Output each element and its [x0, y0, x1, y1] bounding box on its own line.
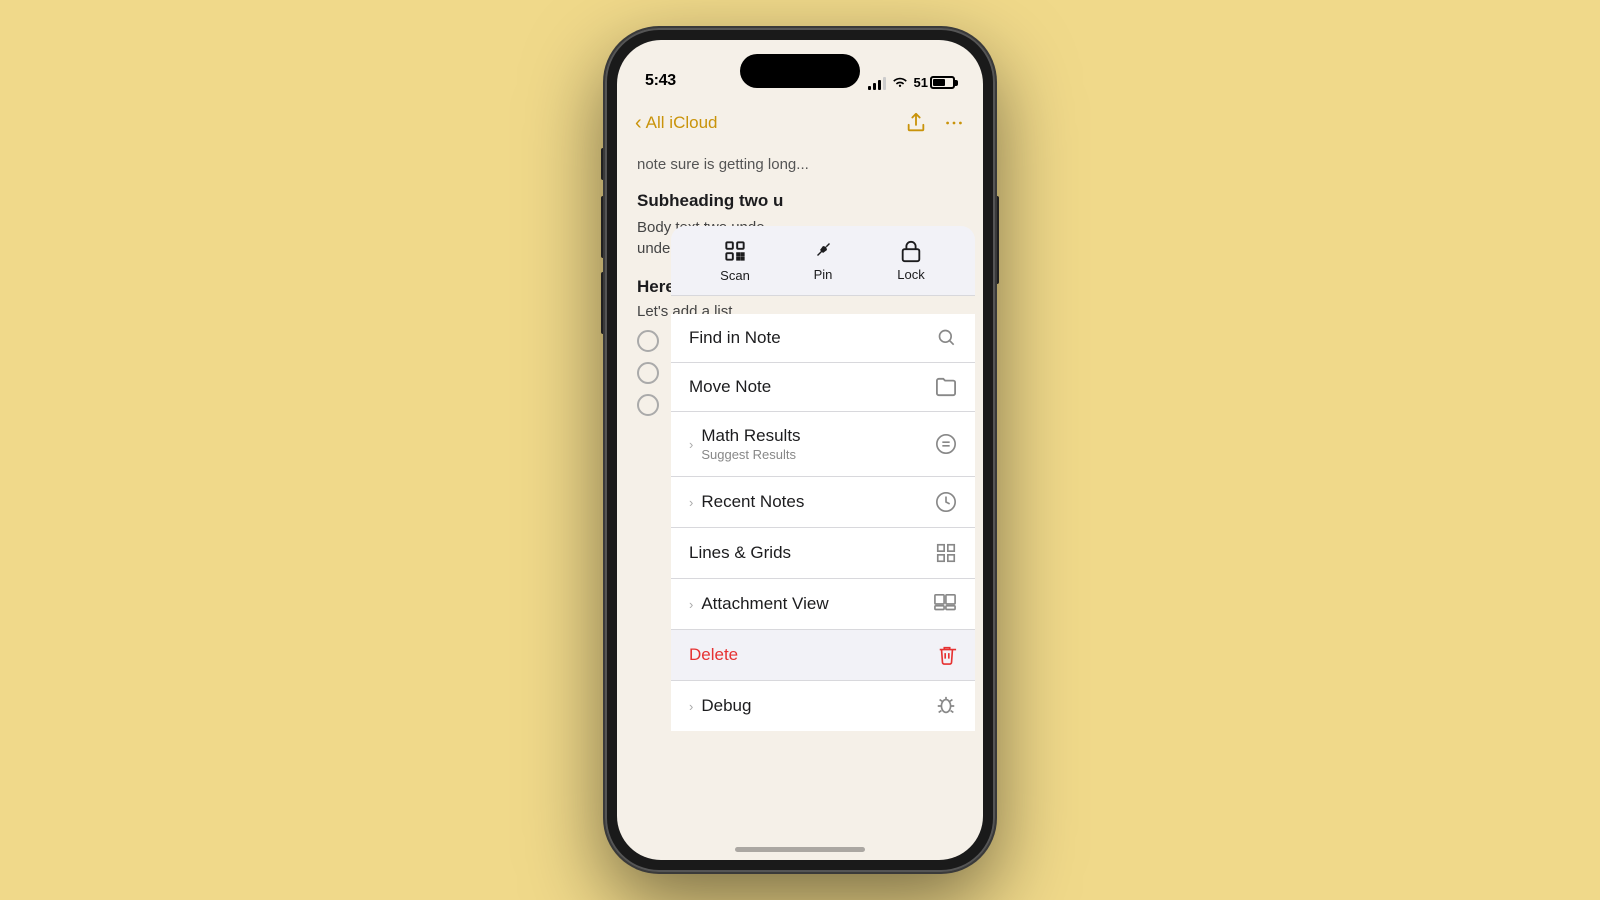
attachment-chevron: › — [689, 597, 693, 612]
debug-item[interactable]: › Debug — [671, 681, 975, 731]
trash-icon — [937, 644, 957, 666]
phone-device: 5:43 51 — [605, 28, 995, 872]
pin-label: Pin — [814, 267, 833, 282]
pin-menu-item[interactable]: Pin — [793, 239, 853, 282]
recent-notes-label: Recent Notes — [701, 492, 804, 512]
math-results-chevron: › — [689, 437, 693, 452]
phone-screen: 5:43 51 — [617, 40, 983, 860]
debug-label: Debug — [701, 696, 751, 716]
recent-notes-item[interactable]: › Recent Notes — [671, 477, 975, 528]
folder-icon — [935, 377, 957, 397]
math-results-sublabel: Suggest Results — [701, 447, 800, 462]
context-menu-overlay: Scan Pin — [617, 40, 983, 860]
scan-icon — [722, 238, 748, 264]
find-in-note-item[interactable]: Find in Note — [671, 314, 975, 363]
recent-notes-chevron: › — [689, 495, 693, 510]
power-button[interactable] — [995, 196, 999, 284]
clock-icon — [935, 491, 957, 513]
equal-circle-icon — [935, 433, 957, 455]
delete-item[interactable]: Delete — [671, 630, 975, 681]
find-in-note-label: Find in Note — [689, 328, 781, 348]
attachment-view-item[interactable]: › Attachment View — [671, 579, 975, 630]
lines-grids-label: Lines & Grids — [689, 543, 791, 563]
menu-list: Find in Note Move Note — [671, 314, 975, 731]
search-icon — [937, 328, 957, 348]
math-results-label: Math Results — [701, 426, 800, 446]
scan-menu-item[interactable]: Scan — [705, 238, 765, 283]
delete-label: Delete — [689, 645, 738, 665]
lock-label: Lock — [897, 267, 924, 282]
grid-icon — [935, 542, 957, 564]
scan-label: Scan — [720, 268, 750, 283]
move-note-item[interactable]: Move Note — [671, 363, 975, 412]
attachment-icon — [933, 593, 957, 615]
pin-icon — [811, 239, 835, 263]
debug-icon — [935, 695, 957, 717]
math-results-item[interactable]: › Math Results Suggest Results — [671, 412, 975, 477]
move-note-label: Move Note — [689, 377, 771, 397]
lock-menu-item[interactable]: Lock — [881, 239, 941, 282]
attachment-view-label: Attachment View — [701, 594, 828, 614]
lock-icon — [900, 239, 922, 263]
menu-top-bar: Scan Pin — [671, 226, 975, 296]
debug-chevron: › — [689, 699, 693, 714]
lines-grids-item[interactable]: Lines & Grids — [671, 528, 975, 579]
